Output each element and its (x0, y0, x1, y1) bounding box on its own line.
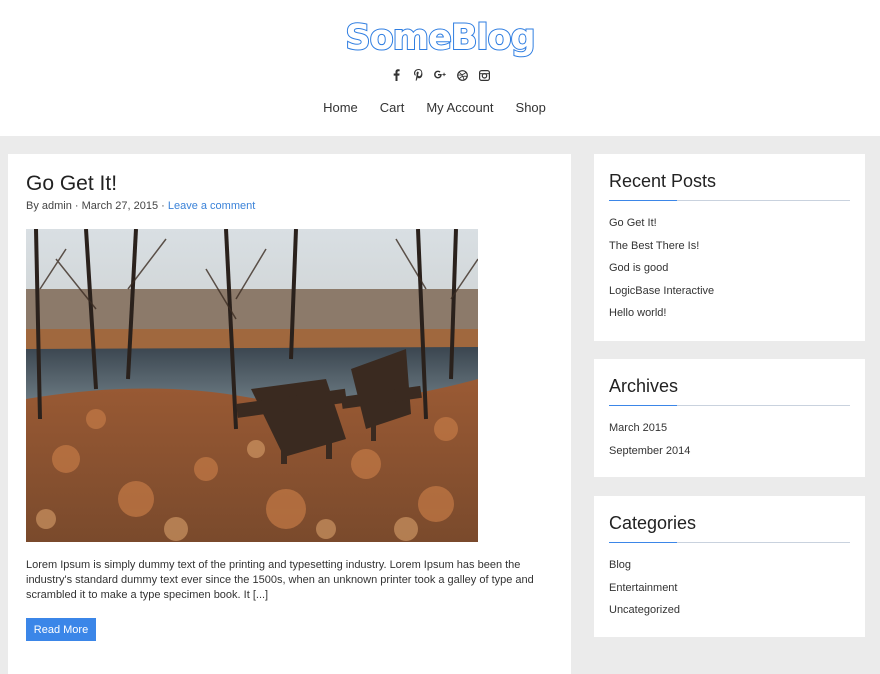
facebook-icon[interactable] (390, 68, 402, 82)
archives-widget: Archives March 2015 September 2014 (594, 359, 865, 477)
post-excerpt: Lorem Ipsum is simply dummy text of the … (26, 559, 534, 601)
archives-list: March 2015 September 2014 (609, 421, 690, 466)
widget-divider (609, 405, 850, 406)
social-links (0, 68, 880, 82)
nav-home[interactable]: Home (323, 100, 369, 115)
categories-title: Categories (609, 513, 697, 533)
post-card: Go Get It! By admin · March 27, 2015 · L… (8, 154, 571, 674)
category-link[interactable]: Blog (609, 558, 680, 581)
recent-posts-title: Recent Posts (609, 171, 717, 191)
recent-posts-list: Go Get It! The Best There Is! God is goo… (609, 216, 714, 329)
nav-my-account[interactable]: My Account (415, 100, 504, 115)
categories-list: Blog Entertainment Uncategorized (609, 558, 680, 626)
post-featured-image[interactable] (26, 229, 478, 542)
recent-post-link[interactable]: Go Get It! (609, 216, 714, 239)
leave-comment-link[interactable]: Leave a comment (168, 200, 255, 212)
archives-title: Archives (609, 376, 679, 396)
category-link[interactable]: Entertainment (609, 581, 680, 604)
read-more-button[interactable]: Read More (26, 618, 96, 641)
nav-cart[interactable]: Cart (369, 100, 416, 115)
dribbble-icon[interactable] (456, 68, 468, 82)
archive-link[interactable]: September 2014 (609, 444, 690, 467)
widget-divider (609, 542, 850, 543)
archive-link[interactable]: March 2015 (609, 421, 690, 444)
category-link[interactable]: Uncategorized (609, 603, 680, 626)
site-header: SomeBlog Home Cart My Account Shop (0, 0, 880, 136)
post-title[interactable]: Go Get It! (26, 172, 117, 196)
post-meta-text: By admin · March 27, 2015 · (26, 200, 168, 212)
categories-widget: Categories Blog Entertainment Uncategori… (594, 496, 865, 637)
recent-posts-widget: Recent Posts Go Get It! The Best There I… (594, 154, 865, 341)
recent-post-link[interactable]: The Best There Is! (609, 239, 714, 262)
instagram-icon[interactable] (478, 68, 490, 82)
pinterest-icon[interactable] (412, 68, 424, 82)
widget-divider (609, 200, 850, 201)
recent-post-link[interactable]: God is good (609, 261, 714, 284)
google-plus-icon[interactable] (434, 68, 446, 82)
recent-post-link[interactable]: LogicBase Interactive (609, 284, 714, 307)
nav-shop[interactable]: Shop (505, 100, 557, 115)
post-meta: By admin · March 27, 2015 · Leave a comm… (26, 200, 255, 212)
recent-post-link[interactable]: Hello world! (609, 306, 714, 329)
main-nav: Home Cart My Account Shop (0, 100, 880, 115)
site-logo[interactable]: SomeBlog (0, 14, 880, 62)
